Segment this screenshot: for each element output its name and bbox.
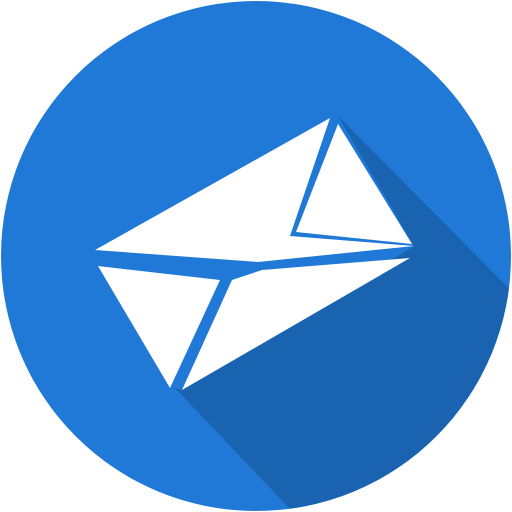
mail-app-icon[interactable]	[0, 0, 512, 512]
